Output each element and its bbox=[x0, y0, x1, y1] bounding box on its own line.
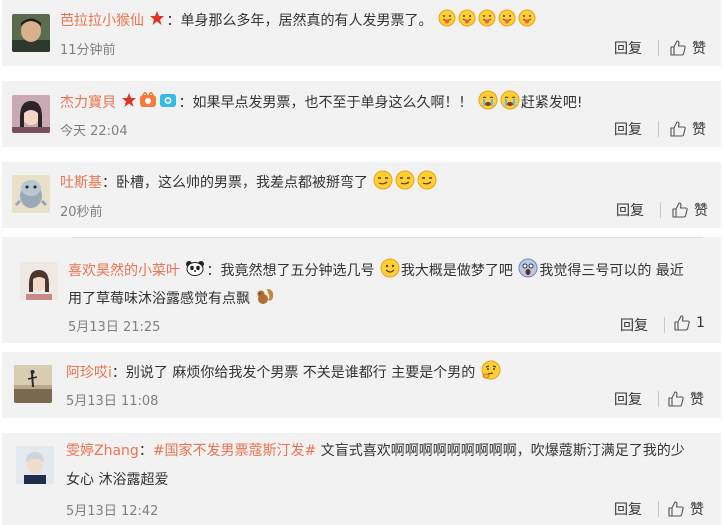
divider bbox=[72, 237, 703, 238]
comment-text: 单身那么多年，居然真的有人发男票了。 bbox=[180, 13, 433, 29]
tongue-emoji-icon bbox=[498, 9, 516, 33]
smirk-emoji-icon bbox=[417, 170, 437, 196]
like-button[interactable]: 赞 bbox=[670, 119, 706, 139]
topic-hashtag-link[interactable]: #国家不发男票蔻斯汀发# bbox=[153, 443, 316, 459]
tongue-emoji-icon bbox=[458, 9, 476, 33]
panda-badge-icon bbox=[185, 260, 205, 282]
reply-button[interactable]: 回复 bbox=[616, 200, 644, 220]
timestamp: 5月13日 12:42 bbox=[66, 504, 159, 519]
avatar[interactable] bbox=[14, 365, 52, 403]
username-link[interactable]: 雯婷Zhang bbox=[66, 443, 139, 459]
comment-text: 如果早点发男票，也不至于单身这么久啊！！ bbox=[192, 95, 473, 111]
avatar[interactable] bbox=[20, 262, 58, 300]
separator: ： bbox=[102, 175, 116, 191]
comment-text-line2: 女心 沐浴露超爱 bbox=[66, 472, 169, 488]
comment-text: 我大概是做梦了吧 bbox=[400, 263, 513, 279]
avatar[interactable] bbox=[12, 95, 50, 133]
divider bbox=[658, 40, 659, 56]
username-link[interactable]: 杰力寶貝 bbox=[60, 95, 116, 111]
thumbs-up-icon bbox=[670, 40, 686, 56]
comment-card: 杰力寶貝 ：如果早点发男票，也不至于单身这么久啊！！ 赶紧发吧! 今天 22:0… bbox=[2, 81, 721, 147]
like-label: 赞 bbox=[692, 41, 706, 57]
divider bbox=[658, 121, 659, 137]
thumbs-up-icon bbox=[674, 315, 690, 331]
like-count: 1 bbox=[696, 315, 705, 331]
separator: ： bbox=[178, 95, 193, 111]
timestamp: 今天 22:04 bbox=[60, 124, 128, 139]
reply-button[interactable]: 回复 bbox=[620, 315, 648, 335]
like-label: 赞 bbox=[690, 502, 704, 518]
comment-text: 别说了 麻烦你给我发个男票 不关是谁都行 主要是个男的 bbox=[125, 365, 476, 381]
comment-text-line2: 用了草莓味沐浴露感觉有点飘 bbox=[68, 291, 250, 307]
vip-badge-icon bbox=[139, 90, 157, 114]
thinking-emoji-icon bbox=[481, 360, 501, 386]
timestamp: 20秒前 bbox=[60, 205, 103, 220]
reply-button[interactable]: 回复 bbox=[614, 499, 642, 519]
avatar[interactable] bbox=[16, 446, 54, 484]
comment-text: 卧槽，这么帅的男票，我差点都被掰弯了 bbox=[116, 175, 368, 191]
comment-text: 我觉得三号可以的 最近 bbox=[539, 263, 684, 279]
comment-card: 阿珍哎i：别说了 麻烦你给我发个男票 不关是谁都行 主要是个男的 5月13日 1… bbox=[2, 352, 721, 418]
reply-button[interactable]: 回复 bbox=[614, 389, 642, 409]
thumbs-up-icon bbox=[672, 202, 688, 218]
comment-text: 我竟然想了五分钟选几号 bbox=[220, 263, 375, 279]
separator: ： bbox=[206, 263, 221, 279]
comment-card: 喜欢昊然的小菜叶 ：我竟然想了五分钟选几号 我大概是做梦了吧 我觉得三号可以的 … bbox=[2, 237, 721, 343]
divider bbox=[658, 391, 659, 407]
timestamp: 11分钟前 bbox=[60, 43, 116, 58]
avatar[interactable] bbox=[12, 175, 50, 213]
username-link[interactable]: 吐斯基 bbox=[60, 175, 102, 191]
thumbs-up-icon bbox=[668, 501, 684, 517]
like-button[interactable]: 赞 bbox=[670, 38, 706, 58]
smile-emoji-icon bbox=[380, 258, 400, 284]
username-link[interactable]: 芭拉拉小猴仙 bbox=[60, 13, 144, 29]
camera-badge-icon bbox=[159, 92, 177, 114]
avatar[interactable] bbox=[12, 14, 50, 52]
comment-text: 文盲式喜欢啊啊啊啊啊啊啊啊啊，吹爆蔻斯汀满足了我的少 bbox=[316, 443, 685, 459]
like-button[interactable]: 赞 bbox=[672, 200, 708, 220]
thumbs-up-icon bbox=[668, 391, 684, 407]
comment-card: 雯婷Zhang：#国家不发男票蔻斯汀发# 文盲式喜欢啊啊啊啊啊啊啊啊啊，吹爆蔻斯… bbox=[2, 433, 721, 525]
like-button[interactable]: 1 bbox=[674, 315, 705, 331]
divider bbox=[664, 317, 665, 333]
crying-emoji-icon bbox=[500, 90, 520, 116]
like-label: 赞 bbox=[690, 392, 704, 408]
divider bbox=[660, 202, 661, 218]
red-star-badge-icon bbox=[149, 10, 165, 32]
separator: ： bbox=[166, 13, 181, 29]
username-link[interactable]: 阿珍哎i bbox=[66, 365, 112, 381]
username-link[interactable]: 喜欢昊然的小菜叶 bbox=[68, 263, 180, 279]
reply-button[interactable]: 回复 bbox=[614, 38, 642, 58]
tongue-emoji-icon bbox=[478, 9, 496, 33]
like-label: 赞 bbox=[694, 203, 708, 219]
comment-text: 赶紧发吧! bbox=[520, 95, 583, 111]
crying-emoji-icon bbox=[478, 90, 498, 116]
reply-button[interactable]: 回复 bbox=[614, 119, 642, 139]
frightened-emoji-icon bbox=[518, 258, 538, 284]
tongue-emoji-icon bbox=[438, 9, 456, 33]
timestamp: 5月13日 11:08 bbox=[66, 394, 159, 409]
thumbs-up-icon bbox=[670, 121, 686, 137]
timestamp: 5月13日 21:25 bbox=[68, 320, 161, 335]
like-label: 赞 bbox=[692, 122, 706, 138]
divider bbox=[658, 501, 659, 517]
tongue-emoji-icon bbox=[518, 9, 536, 33]
comment-card: 芭拉拉小猴仙 ：单身那么多年，居然真的有人发男票了。 11分钟前 回复 赞 bbox=[2, 0, 721, 66]
separator: ： bbox=[138, 443, 153, 459]
smirk-emoji-icon bbox=[373, 170, 393, 196]
separator: ： bbox=[111, 365, 126, 381]
smirk-emoji-icon bbox=[395, 170, 415, 196]
like-button[interactable]: 赞 bbox=[668, 389, 704, 409]
red-star-badge-icon bbox=[121, 92, 137, 114]
like-button[interactable]: 赞 bbox=[668, 499, 704, 519]
comment-card: 吐斯基：卧槽，这么帅的男票，我差点都被掰弯了 20秒前 回复 赞 bbox=[2, 162, 721, 228]
squirrel-emoji-icon bbox=[255, 286, 275, 312]
